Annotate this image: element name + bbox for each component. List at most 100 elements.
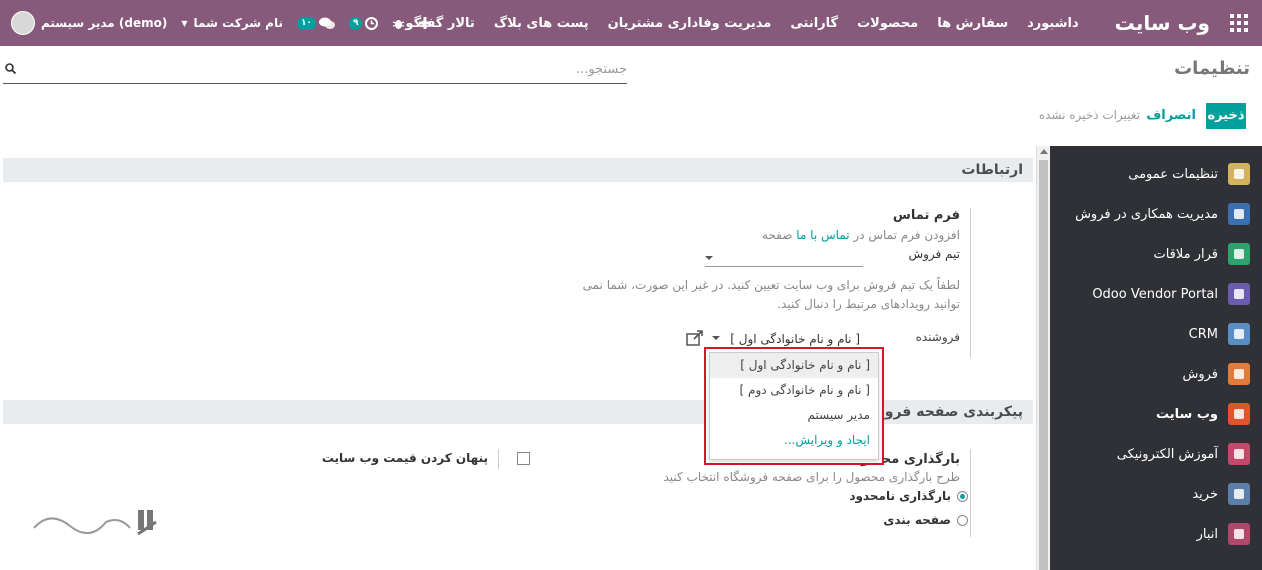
menu-products[interactable]: محصولات	[857, 16, 918, 31]
clock-icon	[365, 16, 379, 30]
dropdown-option[interactable]: [ نام و نام خانوادگی دوم ]	[710, 378, 878, 403]
watermark-logo-graphic	[33, 510, 157, 536]
section-header-communication: ارتباطات	[3, 158, 1033, 182]
sidebar-item-general-settings[interactable]: تنظیمات عمومی	[1050, 154, 1262, 194]
globe-icon	[1228, 403, 1250, 425]
sidebar-item-appointments[interactable]: قرار ملاقات	[1050, 234, 1262, 274]
cancel-button[interactable]: انصراف	[1146, 108, 1196, 123]
hide-price-label: پنهان کردن قیمت وب سایت	[321, 451, 488, 465]
sidebar-item-label: وب سایت	[1156, 406, 1218, 422]
menu-dashboard[interactable]: داشبورد	[1027, 16, 1079, 31]
sales-team-select[interactable]	[705, 266, 863, 267]
chart-icon	[1228, 363, 1250, 385]
sidebar-item-label: فروش	[1182, 366, 1218, 382]
bug-icon	[393, 19, 405, 29]
hide-price-checkbox[interactable]	[517, 452, 530, 465]
page-title: تنظیمات	[1174, 58, 1250, 79]
product-loading-desc: طرح بارگذاری محصول را برای صفحه فروشگاه …	[663, 470, 960, 484]
setting-divider	[498, 449, 499, 469]
user-name: مدیر سیستم (demo)	[41, 16, 168, 30]
unsaved-changes-label: تغییرات ذخیره نشده	[1038, 108, 1140, 122]
create-and-edit-option[interactable]: ایجاد و ویرایش...	[710, 428, 878, 453]
contact-form-desc-suffix: صفحه	[762, 228, 793, 242]
sidebar-item-vendor-portal[interactable]: Odoo Vendor Portal	[1050, 274, 1262, 314]
chat-icon	[318, 17, 335, 29]
sidebar-item-purchase[interactable]: خرید	[1050, 474, 1262, 514]
salesperson-input[interactable]: [ نام و نام خانوادگی اول ]	[730, 332, 860, 346]
activity-badge: ۹	[348, 16, 363, 30]
sidebar-item-sales[interactable]: فروش	[1050, 354, 1262, 394]
apps-grid-icon[interactable]	[1226, 10, 1252, 36]
setting-divider	[970, 208, 971, 358]
sidebar-item-label: آموزش الکترونیکی	[1116, 446, 1218, 462]
menu-warranty[interactable]: گارانتی	[790, 16, 838, 31]
scroll-thumb[interactable]	[1039, 160, 1048, 570]
dropdown-option[interactable]: [ نام و نام خانوادگی اول ]	[710, 353, 878, 378]
avatar	[11, 11, 35, 35]
contact-form-desc: افزودن فرم تماس در تماس با ما صفحه	[762, 228, 960, 242]
settings-sidebar: تنظیمات عمومی مدیریت همکاری در فروش قرار…	[1050, 146, 1262, 570]
sidebar-item-label: Odoo Vendor Portal	[1092, 286, 1218, 302]
contact-form-desc-prefix: افزودن فرم تماس در	[853, 228, 960, 242]
sidebar-item-label: تنظیمات عمومی	[1128, 166, 1218, 182]
external-link-icon[interactable]	[686, 330, 704, 346]
menu-loyalty[interactable]: مدیریت وفاداری مشتریان	[608, 16, 772, 31]
menu-blog-posts[interactable]: پست های بلاگ	[494, 16, 589, 31]
search-icon[interactable]	[5, 63, 16, 74]
activity-menu[interactable]: ۹	[348, 16, 379, 30]
sidebar-item-label: مدیریت همکاری در فروش	[1075, 206, 1218, 222]
systray: مدیر سیستم (demo) ▼ نام شرکت شما ۱۰ ۹	[0, 0, 445, 46]
app-brand[interactable]: وب سایت	[1115, 11, 1210, 35]
sales-team-label: تیم فروش	[908, 247, 960, 261]
watermark-logo	[30, 498, 168, 546]
sidebar-item-label: قرار ملاقات	[1153, 246, 1218, 262]
radio-unlimited-loading[interactable]	[957, 491, 968, 502]
gear-icon	[1228, 163, 1250, 185]
debug-menu[interactable]	[392, 17, 405, 30]
dropdown-option[interactable]: مدیر سیستم	[710, 403, 878, 428]
radio-paging[interactable]	[957, 515, 968, 526]
menu-orders[interactable]: سفارش ها	[937, 16, 1008, 31]
contact-us-link[interactable]: تماس با ما	[796, 228, 849, 242]
scroll-up-arrow[interactable]	[1040, 149, 1048, 154]
calendar-icon	[1228, 243, 1250, 265]
chevron-down-icon[interactable]	[705, 256, 713, 260]
sidebar-item-website[interactable]: وب سایت	[1050, 394, 1262, 434]
top-navbar: وب سایت داشبورد سفارش ها محصولات گارانتی…	[0, 0, 1262, 46]
dropdown-list: [ نام و نام خانوادگی اول ] [ نام و نام خ…	[709, 352, 879, 460]
salesperson-label: فروشنده	[915, 330, 960, 344]
chevron-down-icon: ▼	[181, 18, 188, 28]
setting-divider	[970, 449, 971, 537]
sidebar-item-affiliate[interactable]: مدیریت همکاری در فروش	[1050, 194, 1262, 234]
messages-menu[interactable]: ۱۰	[296, 16, 335, 30]
company-switcher[interactable]: ▼ نام شرکت شما	[181, 16, 283, 30]
sales-team-help: لطفاً یک تیم فروش برای وب سایت تعیین کنی…	[582, 278, 960, 311]
contact-form-title: فرم تماس	[892, 208, 960, 223]
search-placeholder: جستجو...	[575, 62, 627, 77]
sidebar-item-elearning[interactable]: آموزش الکترونیکی	[1050, 434, 1262, 474]
contact-form-setting: فرم تماس	[893, 208, 960, 223]
chevron-down-icon[interactable]	[712, 336, 720, 340]
handshake-icon	[1228, 323, 1250, 345]
vendor-portal-icon	[1228, 283, 1250, 305]
sidebar-item-crm[interactable]: CRM	[1050, 314, 1262, 354]
option-paging-label: صفحه بندی	[883, 513, 951, 527]
user-menu[interactable]: مدیر سیستم (demo)	[6, 11, 167, 35]
new-content-button[interactable]	[419, 17, 432, 29]
affiliate-icon	[1228, 203, 1250, 225]
sidebar-item-label: خرید	[1192, 486, 1218, 502]
sidebar-item-inventory[interactable]: انبار	[1050, 514, 1262, 554]
plus-icon	[419, 17, 432, 29]
company-name: نام شرکت شما	[193, 16, 283, 30]
save-button[interactable]: ذخیره	[1206, 103, 1246, 129]
content-scrollbar[interactable]	[1036, 146, 1050, 570]
elearning-icon	[1228, 443, 1250, 465]
credit-card-icon	[1228, 483, 1250, 505]
option-unlimited-label: بارگذاری نامحدود	[849, 489, 951, 503]
box-icon	[1228, 523, 1250, 545]
salesperson-dropdown: [ نام و نام خانوادگی اول ] [ نام و نام خ…	[704, 347, 884, 465]
messages-badge: ۱۰	[296, 16, 316, 30]
sidebar-item-label: CRM	[1188, 326, 1218, 342]
search-input[interactable]: جستجو...	[3, 60, 627, 84]
sidebar-item-label: انبار	[1196, 526, 1218, 542]
